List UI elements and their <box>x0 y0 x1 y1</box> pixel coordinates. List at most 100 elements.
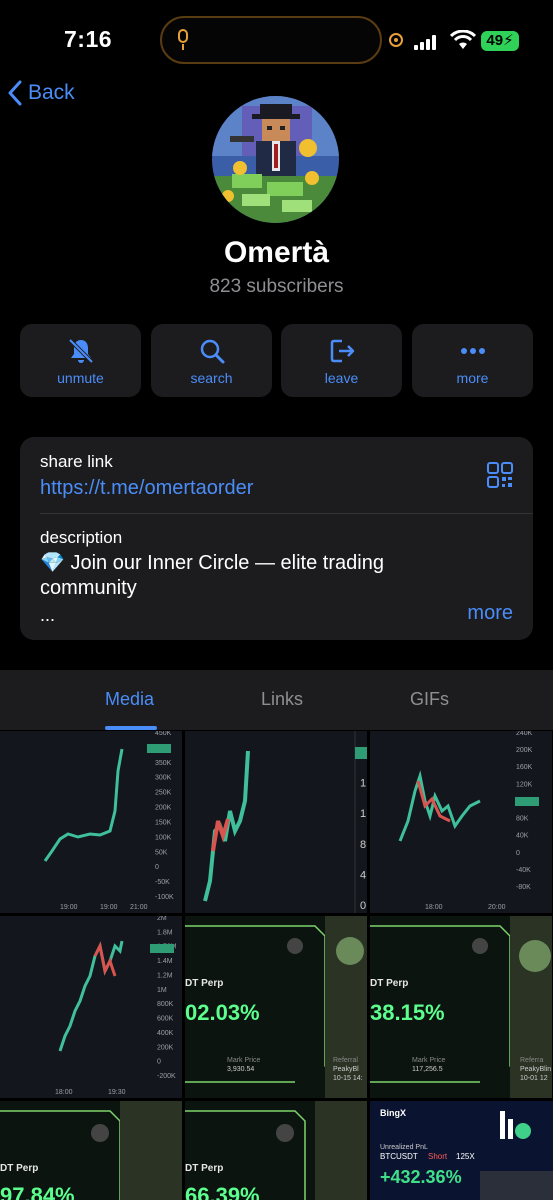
bingx-pair: BTCUSDT <box>380 1152 418 1161</box>
share-link-label: share link <box>40 452 113 471</box>
bingx-brand: BingX <box>380 1108 406 1118</box>
y-axis-tick: -50K <box>155 879 170 886</box>
chart-1-x-tick: 19:00 <box>60 904 78 911</box>
media-thumb-chart-3[interactable]: 240K200K160K120K97.7K80K40K0-40K-80K 18:… <box>370 731 552 913</box>
description-line-2: community <box>40 577 137 599</box>
y-axis-tick: 150K <box>155 819 172 826</box>
chart-3-x-tick: 20:00 <box>488 904 506 911</box>
recording-indicator-icon <box>389 33 403 47</box>
y-axis-tick: -40K <box>516 867 531 874</box>
qr-code-button[interactable] <box>487 462 513 493</box>
y-axis-tick: 50K <box>155 849 168 856</box>
bingx-label: Unrealized PnL <box>380 1144 428 1151</box>
y-axis-tick: 4 <box>360 869 366 881</box>
y-axis-tick: 100K <box>155 834 172 841</box>
y-axis-tick: 0 <box>516 850 520 857</box>
search-button[interactable]: search <box>151 324 272 397</box>
back-button[interactable]: Back <box>8 80 75 106</box>
pnl-1-pair: DT Perp <box>185 978 223 989</box>
wifi-icon <box>449 29 477 54</box>
pnl-2-mark-value: 117,256.5 <box>412 1066 443 1073</box>
unmute-button[interactable]: unmute <box>20 324 141 397</box>
active-tab-indicator <box>105 726 157 730</box>
search-label: search <box>190 370 233 386</box>
y-axis-tick: 200K <box>157 1044 174 1051</box>
channel-avatar[interactable] <box>212 96 339 223</box>
chart-4-x-tick: 19:30 <box>108 1089 126 1096</box>
description-ellipsis: ... <box>40 605 56 625</box>
y-axis-tick: 80K <box>516 816 529 823</box>
cellular-signal-icon <box>414 34 444 50</box>
y-axis-tick: 200K <box>155 805 172 812</box>
pnl-4-pair: DT Perp <box>185 1163 223 1174</box>
media-thumb-chart-4[interactable]: 2M1.8M1.56M1.4M1.2M1M800K600K400K200K0-2… <box>0 916 182 1098</box>
pnl-3-pair: DT Perp <box>0 1163 38 1174</box>
y-axis-tick: 2M <box>157 916 167 922</box>
y-axis-tick: -100K <box>155 894 174 901</box>
y-axis-tick: -200K <box>157 1073 176 1080</box>
y-axis-tick: 1M <box>157 987 167 994</box>
pnl-1-ref-name: PeakyBl <box>333 1066 359 1073</box>
y-axis-tick: 350K <box>155 760 172 767</box>
channel-title: Omertà <box>223 236 330 269</box>
media-tab-bar: Media Links GIFs <box>0 670 553 730</box>
pnl-2-mark-label: Mark Price <box>412 1057 446 1064</box>
subscriber-count: 823 subscribers <box>209 276 344 297</box>
media-thumb-pnl-card-4[interactable]: DT Perp 66.39% <box>185 1101 367 1200</box>
description-more-link[interactable]: more <box>467 602 513 625</box>
media-thumb-chart-1[interactable]: 450K399K350K300K250K200K150K100K50K0-50K… <box>0 731 182 913</box>
media-thumb-chart-2[interactable]: 211840 <box>185 731 367 913</box>
chart-4-x-tick: 18:00 <box>55 1089 73 1096</box>
leave-icon <box>330 339 355 363</box>
y-axis-tick: 160K <box>516 764 533 771</box>
qr-code-icon <box>487 462 513 488</box>
pnl-2-ref-name: PeakyBlin <box>520 1066 551 1073</box>
description-line-1: 💎 Join our Inner Circle — elite trading <box>40 552 384 574</box>
chart-3-x-tick: 18:00 <box>425 904 443 911</box>
media-thumb-bingx-card[interactable]: BingX Unrealized PnL BTCUSDT Short 125X … <box>370 1101 553 1200</box>
media-thumb-pnl-card-3[interactable]: DT Perp 97.84% <box>0 1101 182 1200</box>
microphone-stem <box>182 44 184 50</box>
leave-label: leave <box>324 370 359 386</box>
pnl-1-value: 02.03% <box>185 1000 260 1025</box>
status-time: 7:16 <box>64 26 113 52</box>
ellipsis-icon <box>461 348 485 354</box>
chart-1-x-tick: 21:00 <box>130 904 148 911</box>
y-axis-tick: 400K <box>157 1030 174 1037</box>
pnl-2-ref-date: 10-01 12 <box>520 1075 548 1082</box>
y-axis-tick: 0 <box>155 864 159 871</box>
bingx-side: Short <box>428 1152 448 1161</box>
y-axis-tick: 450K <box>155 731 172 737</box>
back-label: Back <box>28 81 75 104</box>
media-thumb-pnl-card-1[interactable]: DT Perp 02.03% Mark Price 3,930.54 Refer… <box>185 916 367 1098</box>
y-axis-tick: 1.8M <box>157 929 173 936</box>
battery-indicator: 49⚡ <box>481 31 519 51</box>
pnl-1-ref-label: Referral <box>333 1057 358 1064</box>
more-button[interactable]: more <box>412 324 533 397</box>
card-divider <box>40 513 533 514</box>
microphone-icon <box>178 29 188 43</box>
share-link-url[interactable]: https://t.me/omertaorder <box>40 477 253 500</box>
leave-button[interactable]: leave <box>281 324 402 397</box>
pnl-2-ref-label: Referra <box>520 1057 543 1064</box>
pnl-1-ref-date: 10-15 14: <box>333 1075 363 1082</box>
pnl-3-value: 97.84% <box>0 1183 75 1200</box>
y-axis-tick: -80K <box>516 884 531 891</box>
unmute-label: unmute <box>57 370 104 386</box>
tab-media[interactable]: Media <box>105 689 154 710</box>
y-axis-tick: 240K <box>516 731 533 737</box>
media-thumb-pnl-card-2[interactable]: DT Perp 38.15% Mark Price 117,256.5 Refe… <box>370 916 552 1098</box>
y-axis-tick: 1 <box>360 808 366 820</box>
y-axis-tick: 600K <box>157 1016 174 1023</box>
y-axis-tick: 300K <box>155 775 172 782</box>
tab-links[interactable]: Links <box>261 689 303 710</box>
y-axis-tick: 200K <box>516 747 533 754</box>
tab-gifs[interactable]: GIFs <box>410 689 449 710</box>
bell-slash-icon <box>68 338 94 364</box>
y-axis-tick: 40K <box>516 833 529 840</box>
bingx-pnl-value: +432.36% <box>380 1167 462 1187</box>
y-axis-tick: 800K <box>157 1001 174 1008</box>
y-axis-tick: 1.4M <box>157 958 173 965</box>
pnl-4-value: 66.39% <box>185 1183 260 1200</box>
chart-1-x-tick: 19:00 <box>100 904 118 911</box>
